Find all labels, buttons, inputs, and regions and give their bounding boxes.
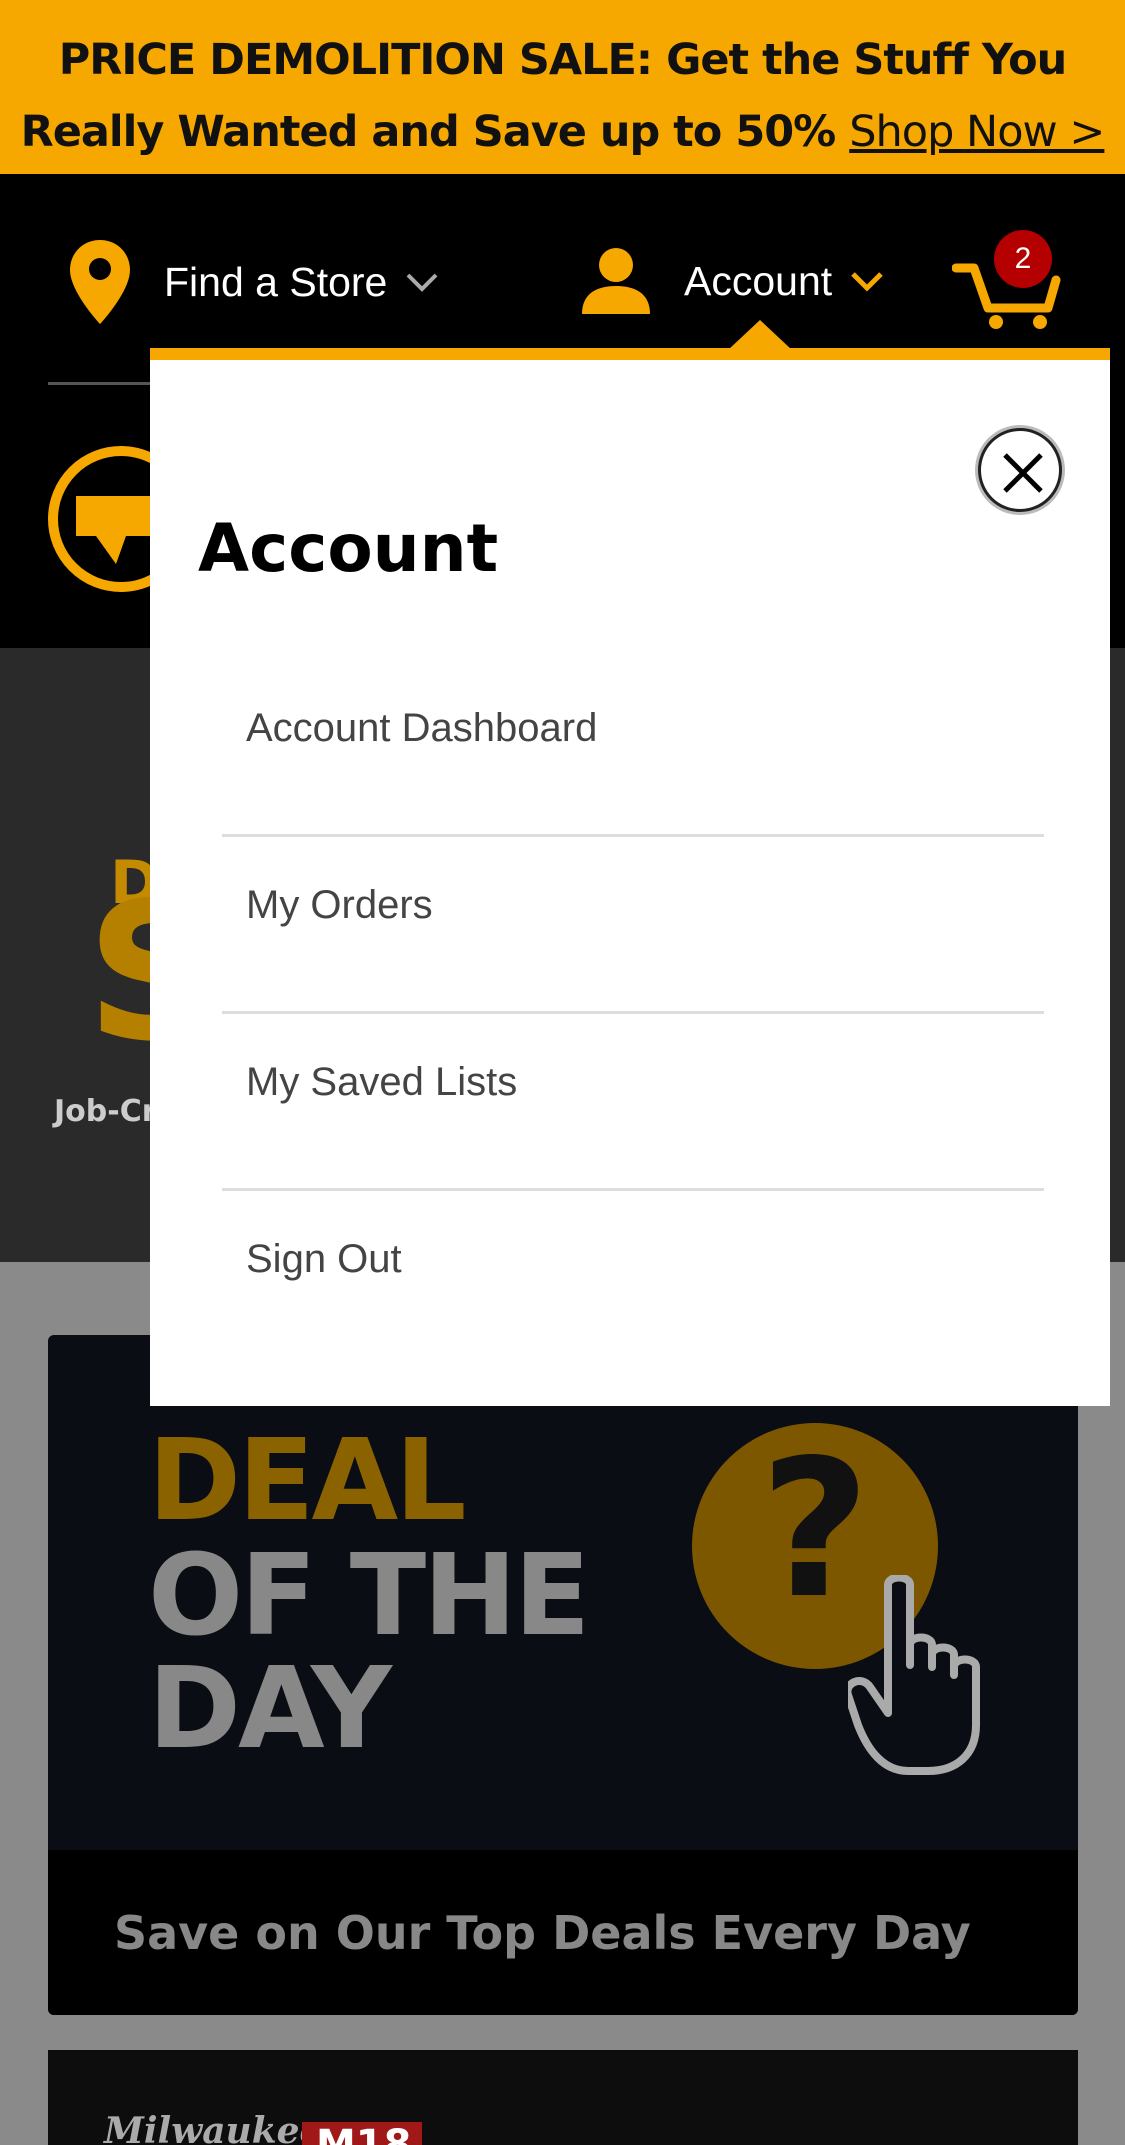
chevron-down-icon [851, 272, 883, 292]
map-pin-icon [70, 240, 130, 324]
menu-item-label: Sign Out [246, 1237, 402, 1281]
cart-count-badge: 2 [994, 230, 1052, 288]
deal-heading-line1: DEAL [148, 1416, 467, 1546]
account-menu-title: Account [198, 510, 499, 587]
menu-item-my-orders[interactable]: My Orders [222, 837, 1044, 1014]
nav-row: Find a Store Account 2 [0, 174, 1125, 374]
pointing-hand-icon [848, 1575, 980, 1775]
menu-item-label: My Orders [246, 883, 433, 927]
promo-banner: PRICE DEMOLITION SALE: Get the Stuff You… [0, 0, 1125, 174]
menu-item-label: Account Dashboard [246, 706, 598, 750]
account-button[interactable]: Account [582, 248, 884, 314]
promo-card-milwaukee[interactable]: Milwaukee M18 [48, 2050, 1078, 2145]
close-icon [1003, 453, 1043, 493]
deal-heading-line3: DAY [148, 1644, 392, 1774]
user-icon [582, 248, 650, 314]
chevron-down-icon [406, 273, 438, 292]
milwaukee-logo-text: Milwaukee [104, 2110, 323, 2145]
promo-text-block: PRICE DEMOLITION SALE: Get the Stuff You… [0, 24, 1125, 168]
menu-item-account-dashboard[interactable]: Account Dashboard [222, 660, 1044, 837]
menu-item-label: My Saved Lists [246, 1060, 518, 1104]
close-button[interactable] [978, 428, 1062, 512]
hero-subtitle-fragment: Job-Cr [54, 1094, 157, 1129]
header-divider [48, 382, 158, 385]
account-dropdown: Account Account Dashboard My Orders My S… [150, 348, 1110, 1406]
deal-heading-line2: OF THE [148, 1531, 590, 1661]
deal-of-the-day-card[interactable]: DEAL OF THE DAY ? Save on Our Top Deals … [48, 1335, 1078, 2015]
menu-item-sign-out[interactable]: Sign Out [222, 1191, 1044, 1368]
menu-item-my-saved-lists[interactable]: My Saved Lists [222, 1014, 1044, 1191]
shop-now-link[interactable]: Shop Now > [849, 107, 1105, 157]
m18-badge: M18 [302, 2122, 422, 2145]
find-store-label: Find a Store [164, 258, 388, 305]
deal-footer: Save on Our Top Deals Every Day [48, 1850, 1078, 2015]
cart-button[interactable]: 2 [951, 230, 1062, 330]
find-store-button[interactable]: Find a Store [70, 240, 439, 324]
account-label: Account [684, 257, 833, 304]
deal-footer-text: Save on Our Top Deals Every Day [114, 1906, 971, 1960]
account-menu-list: Account Dashboard My Orders My Saved Lis… [222, 660, 1044, 1368]
dropdown-pointer [728, 320, 792, 350]
